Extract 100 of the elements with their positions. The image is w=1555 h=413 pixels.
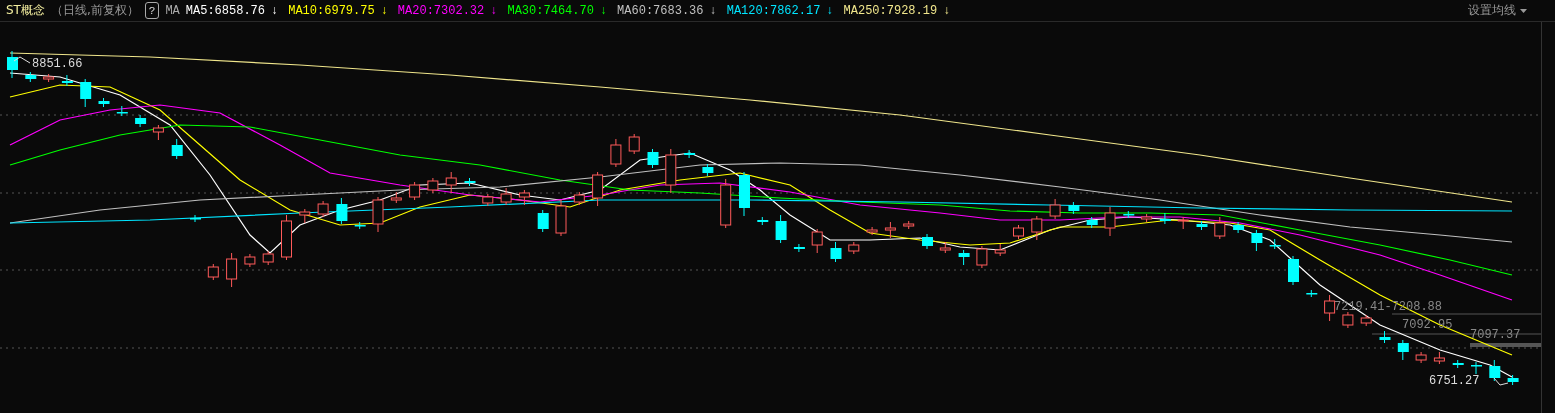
candlestick [1379, 330, 1391, 344]
candlestick [1452, 359, 1464, 369]
candlestick [80, 78, 92, 108]
low-price-label: 6751.27 [1429, 374, 1480, 388]
candlestick [336, 197, 348, 225]
candlestick [647, 148, 659, 169]
ma-label: MA [165, 3, 180, 18]
candlestick [1123, 210, 1135, 219]
candlestick [1214, 216, 1226, 240]
candlestick [1489, 359, 1501, 382]
trend-arrow: ↓ [709, 3, 717, 18]
candlestick [1507, 374, 1519, 386]
candlestick [98, 97, 110, 108]
candlestick [866, 226, 878, 236]
candlestick [427, 177, 439, 194]
candlestick [811, 228, 823, 254]
candlestick [1306, 289, 1318, 298]
trend-arrow: ↓ [380, 3, 388, 18]
candlestick [207, 263, 219, 281]
candlestick [500, 187, 512, 206]
candlestick [884, 221, 896, 239]
candlestick [1049, 198, 1061, 220]
candlestick [1471, 361, 1482, 375]
candlestick [25, 71, 37, 83]
candlestick [1360, 314, 1372, 327]
candlestick [372, 196, 384, 233]
candlestick [610, 138, 622, 168]
moving-average-value: MA30:7464.70 [507, 3, 594, 18]
candlestick [1031, 215, 1043, 241]
candlestick [665, 148, 677, 194]
candlestick [43, 73, 55, 83]
leader-line [13, 56, 31, 64]
candlestick [7, 50, 18, 79]
candlestick [830, 241, 842, 263]
candlestick [958, 249, 970, 266]
candlestick [555, 199, 567, 237]
moving-average-value: MA5:6858.76 [185, 3, 265, 18]
candlestick [1086, 216, 1098, 229]
candlestick [171, 138, 183, 160]
chart-subtitle: （日线,前复权） [50, 2, 139, 19]
candlestick [244, 253, 256, 268]
candlestick [1288, 255, 1299, 286]
candlestick [445, 171, 457, 194]
trend-arrow: ↓ [826, 3, 834, 18]
candlestick [518, 189, 530, 206]
candlestick [1159, 212, 1171, 225]
leader-line [1493, 377, 1509, 386]
candlestick [354, 221, 366, 230]
candlestick [1013, 224, 1024, 240]
candlestick [1324, 294, 1336, 322]
trend-arrow: ↓ [490, 3, 498, 18]
candlestick [281, 214, 292, 261]
candlestick [152, 124, 164, 141]
candlestick [994, 243, 1006, 257]
candlestick [482, 193, 494, 207]
candlestick [190, 214, 201, 223]
candlestick [464, 177, 476, 187]
candlestick [1397, 339, 1409, 361]
candlestick [1141, 213, 1153, 223]
candlestick [1269, 238, 1281, 250]
candlestick [592, 171, 604, 207]
candlestick [739, 171, 750, 217]
candlestick [299, 208, 311, 224]
caret-icon [1520, 8, 1527, 13]
candlestick [262, 250, 274, 266]
candlestick [628, 133, 640, 155]
chart-title: ST概念 [6, 2, 45, 19]
ma-settings-dropdown[interactable]: 设置均线 [1462, 1, 1533, 20]
candlestick [317, 200, 329, 218]
candlestick [775, 214, 787, 244]
candlestick [135, 114, 147, 128]
moving-average-value: MA60:7683.36 [617, 3, 704, 18]
moving-average-value: MA250:7928.19 [843, 3, 938, 18]
candlestick [1196, 220, 1208, 231]
candlestick [226, 252, 238, 288]
candlestick [848, 241, 860, 255]
moving-average-value: MA10:6979.75 [288, 3, 375, 18]
candlestick [1415, 351, 1427, 364]
candlestick [1068, 201, 1080, 215]
candlestick [1177, 216, 1189, 230]
candlestick [702, 163, 714, 177]
moving-average-value: MA120:7862.17 [726, 3, 821, 18]
candlestick [793, 243, 805, 253]
candlestick [939, 241, 951, 254]
candlestick [1251, 229, 1263, 252]
high-price-label: 8851.66 [32, 57, 83, 71]
candlestick [116, 105, 128, 117]
candlestick [757, 216, 769, 226]
candlestick [1433, 351, 1445, 365]
candlestick [684, 149, 696, 159]
candlestick [1233, 221, 1245, 234]
trend-arrow: ↓ [599, 3, 608, 18]
trend-arrow: ↓ [943, 3, 951, 18]
moving-average-value: MA20:7302.32 [397, 3, 485, 18]
trend-arrow: ↓ [271, 3, 279, 18]
candlestick [390, 191, 402, 204]
price-range-label: 7097.37 [1470, 328, 1521, 342]
help-button[interactable]: ? [144, 2, 160, 19]
candlestick [976, 245, 988, 269]
candlestick [1342, 311, 1354, 329]
